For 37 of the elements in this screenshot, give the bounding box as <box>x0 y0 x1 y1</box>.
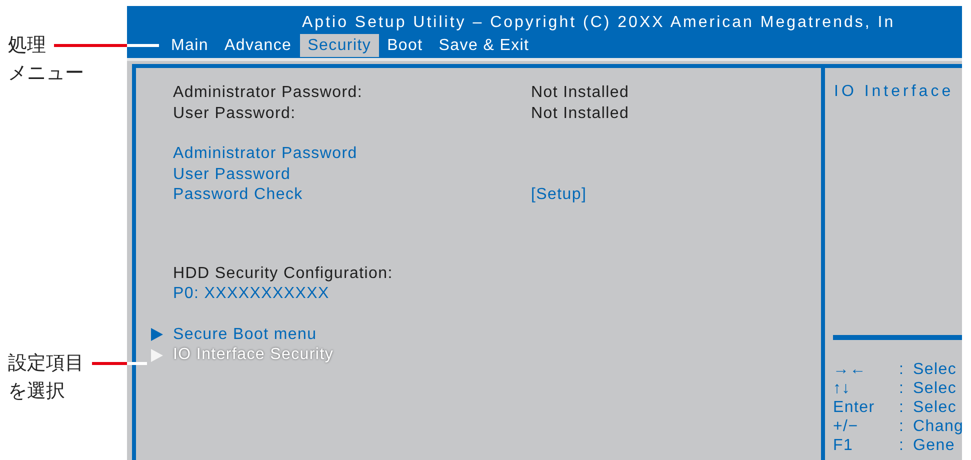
menu-tab[interactable]: Save & Exit <box>430 34 538 57</box>
callout-label: 処理 <box>8 33 46 58</box>
key-name: F1 <box>833 436 854 455</box>
menu-item[interactable]: Administrator Password <box>173 144 358 164</box>
key-name: +/− <box>833 417 858 436</box>
separator: : <box>899 417 904 436</box>
window-title: Aptio Setup Utility – Copyright (C) 20XX American Megatrends, In <box>301 13 896 32</box>
key-name: ↑↓ <box>833 379 850 398</box>
menu-tab[interactable]: Main <box>163 34 216 57</box>
setting-label: HDD Security Configuration: <box>173 264 393 284</box>
menu-tab[interactable]: Boot <box>379 34 431 57</box>
leader-line <box>92 362 147 365</box>
callout-label: 設定項目 <box>8 351 84 376</box>
menu-item[interactable]: User Password <box>173 164 291 185</box>
setting-value: Not Installed <box>531 83 630 103</box>
help-text: IO Interface <box>833 82 954 102</box>
menu-tab[interactable]: Security <box>300 34 380 57</box>
setting-label: Administrator Password: <box>173 83 362 103</box>
key-name: Enter <box>833 398 875 417</box>
key-action: Selec <box>913 360 957 379</box>
key-action: Gene <box>913 436 955 455</box>
menu-tab[interactable]: Advance <box>216 34 300 57</box>
menu-item[interactable]: P0: XXXXXXXXXXX <box>173 284 330 304</box>
separator: : <box>899 379 904 398</box>
setting-label: User Password: <box>173 104 296 124</box>
separator: : <box>899 360 904 379</box>
callout-label: を選択 <box>8 379 65 404</box>
key-name: →← <box>833 360 866 379</box>
key-action: Selec <box>913 379 957 398</box>
separator: : <box>899 436 904 455</box>
menu-item[interactable]: Password Check <box>173 185 303 206</box>
setting-value[interactable]: [Setup] <box>531 185 587 206</box>
callout-label: メニュー <box>8 61 84 86</box>
setting-value: Not Installed <box>531 104 630 124</box>
key-action: Selec <box>913 398 957 417</box>
separator: : <box>899 398 904 417</box>
menu-item[interactable]: Secure Boot menu <box>173 324 317 345</box>
